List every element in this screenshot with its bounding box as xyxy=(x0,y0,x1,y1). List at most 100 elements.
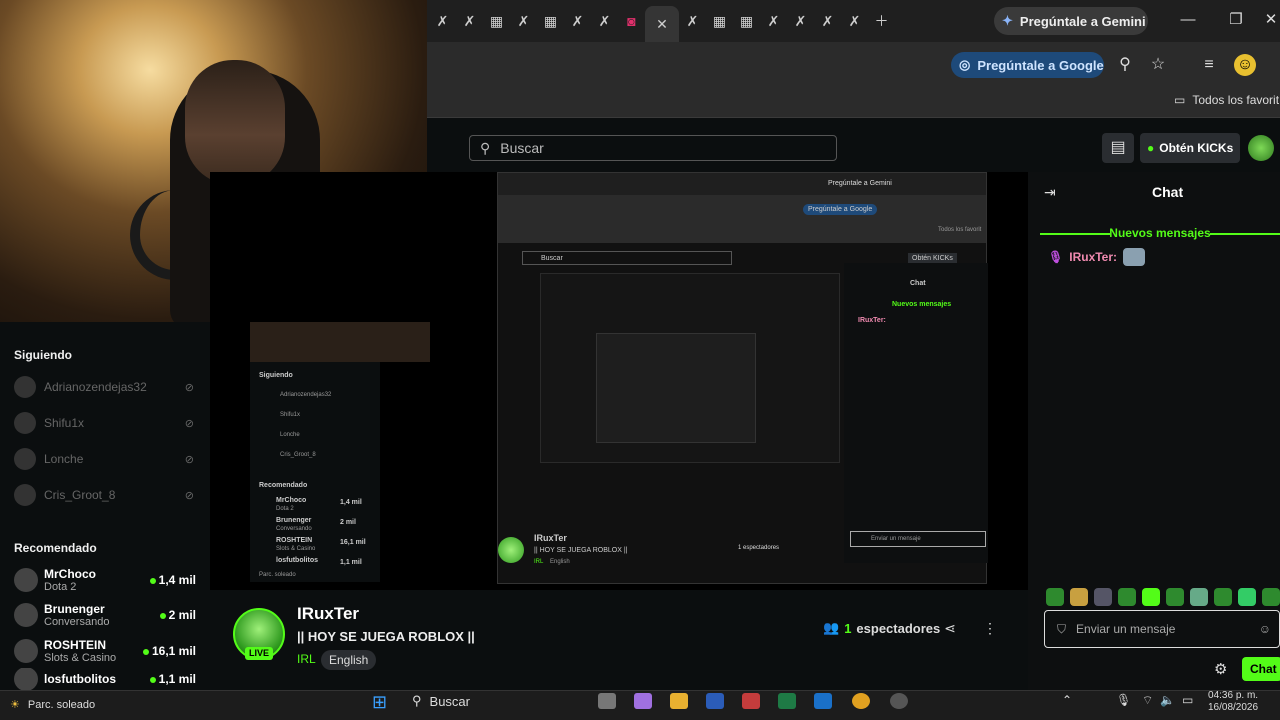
recommended-item[interactable]: MrChoco Dota 2 1,4 mil xyxy=(14,563,196,597)
excel-icon[interactable] xyxy=(778,693,796,709)
chrome-icon[interactable] xyxy=(852,693,870,709)
emote-icon[interactable] xyxy=(1142,588,1160,606)
emote-icon[interactable] xyxy=(1238,588,1256,606)
tab-grid-icon[interactable]: ▦ xyxy=(706,6,733,36)
powerpoint-icon[interactable] xyxy=(742,693,760,709)
search-placeholder: Buscar xyxy=(500,140,544,156)
outlook-icon[interactable] xyxy=(814,693,832,709)
language-tag[interactable]: English xyxy=(321,650,377,670)
chat-input[interactable]: ⛉ Enviar un mensaje ☺ xyxy=(1044,610,1280,648)
folder-icon: ▭ xyxy=(1174,93,1186,107)
tab-close-icon[interactable]: ✕ xyxy=(645,6,679,42)
tab-favicon-icon[interactable]: ✗ xyxy=(456,6,483,36)
chat-username[interactable]: IRuxTer: xyxy=(1069,250,1117,264)
word-icon[interactable] xyxy=(706,693,724,709)
tab-favicon-icon[interactable]: ✗ xyxy=(787,6,814,36)
channel-name: ROSHTEIN xyxy=(44,637,107,652)
stream-category[interactable]: IRL xyxy=(297,652,316,666)
video-player[interactable]: Siguiendo Adrianozendejas32 Shifu1x Lonc… xyxy=(210,172,1028,590)
recommended-item[interactable]: Brunenger Conversando 2 mil xyxy=(14,598,196,632)
following-title: Siguiendo xyxy=(14,348,72,362)
get-kicks-button[interactable]: ● Obtén KICKs xyxy=(1140,133,1240,163)
chat-send-button[interactable]: Chat xyxy=(1242,657,1280,681)
tab-favicon-icon[interactable]: ✗ xyxy=(591,6,618,36)
offline-icon: ⊘ xyxy=(184,417,194,430)
more-options-icon[interactable]: ⋮ xyxy=(980,620,1000,638)
emote-icon[interactable] xyxy=(1214,588,1232,606)
channel-name: Brunenger xyxy=(44,601,105,616)
copilot-icon[interactable] xyxy=(634,693,652,709)
wifi-icon[interactable]: ⌔ xyxy=(1142,693,1153,708)
channel-name[interactable]: IRuxTer xyxy=(297,604,359,624)
media-controls-icon[interactable]: ≡ xyxy=(1198,54,1220,76)
emoji-icon[interactable]: ☺ xyxy=(1259,622,1271,636)
channel-name: Cris_Groot_8 xyxy=(44,488,116,502)
tab-favicon-icon[interactable]: ✗ xyxy=(679,6,706,36)
volume-icon[interactable]: 🔈 xyxy=(1160,693,1175,707)
mic-icon[interactable]: 🎙 xyxy=(1116,693,1131,707)
following-item[interactable]: Adrianozendejas32 ⊘ xyxy=(14,375,194,399)
avatar xyxy=(14,412,36,434)
chat-title: Chat xyxy=(1152,184,1184,200)
following-item[interactable]: Lonche ⊘ xyxy=(14,447,194,471)
taskbar-search[interactable]: ⚲ Buscar xyxy=(402,690,582,712)
windows-start-icon[interactable]: ⊞ xyxy=(372,692,392,712)
bookmark-star-icon[interactable]: ☆ xyxy=(1147,54,1169,76)
emote-icon[interactable] xyxy=(1118,588,1136,606)
share-icon[interactable]: ⋖ xyxy=(940,620,960,638)
emote-icon[interactable] xyxy=(1070,588,1088,606)
nested-sidebar: Siguiendo Adrianozendejas32 Shifu1x Lonc… xyxy=(250,362,380,582)
mic-badge-icon: 🎙 xyxy=(1048,250,1064,264)
tab-favicon-icon[interactable]: ✗ xyxy=(510,6,537,36)
tab-favicon-icon[interactable]: ✗ xyxy=(429,6,456,36)
gemini-button[interactable]: ✦ Pregúntale a Gemini xyxy=(994,7,1148,35)
emote-icon[interactable] xyxy=(1094,588,1112,606)
tab-grid-icon[interactable]: ▦ xyxy=(483,6,510,36)
ask-google-button[interactable]: ◎ Pregúntale a Google xyxy=(951,52,1104,78)
viewer-count: 16,1 mil xyxy=(142,644,196,658)
clock[interactable]: 04:36 p. m. 16/08/2026 xyxy=(1208,690,1258,714)
task-view-icon[interactable] xyxy=(598,693,616,709)
user-avatar[interactable] xyxy=(1248,135,1274,161)
avatar xyxy=(14,603,38,627)
viewer-count: 👥 1 espectadores xyxy=(823,620,941,636)
tray-chevron-icon[interactable]: ⌃ xyxy=(1062,693,1072,707)
shield-icon: ⛉ xyxy=(1057,621,1067,636)
following-item[interactable]: Cris_Groot_8 ⊘ xyxy=(14,483,194,507)
tab-favicon-icon[interactable]: ✗ xyxy=(760,6,787,36)
weather-widget[interactable]: ☀ Parc. soleado xyxy=(10,698,95,712)
chat-message: 🎙 IRuxTer: xyxy=(1048,248,1146,266)
close-window-icon[interactable]: ✕ xyxy=(1262,8,1280,32)
following-item[interactable]: Shifu1x ⊘ xyxy=(14,411,194,435)
all-bookmarks-folder[interactable]: ▭ Todos los favorit xyxy=(1174,93,1279,107)
recommended-item[interactable]: losfutbolitos 1,1 mil xyxy=(14,668,196,690)
recommended-item[interactable]: ROSHTEIN Slots & Casino 16,1 mil xyxy=(14,634,196,668)
browser-tab-bar: ✗ ✗ ▦ ✗ ▦ ✗ ✗ ◙ ✕ ✗ ▦ ▦ ✗ ✗ ✗ ✗ ＋ xyxy=(427,0,1280,42)
live-badge: LIVE xyxy=(245,647,273,660)
battery-icon[interactable]: ▭ xyxy=(1182,693,1193,707)
tab-grid-icon[interactable]: ▦ xyxy=(733,6,760,36)
app-icon[interactable] xyxy=(890,693,908,709)
channel-name: losfutbolitos xyxy=(44,672,116,686)
tab-favicon-icon[interactable]: ✗ xyxy=(814,6,841,36)
chat-settings-gear-icon[interactable]: ⚙ xyxy=(1214,660,1227,678)
collapse-chat-icon[interactable]: ⇥ xyxy=(1044,184,1056,201)
get-kicks-label: Obtén KICKs xyxy=(1159,141,1234,155)
profile-avatar-icon[interactable]: ☺ xyxy=(1234,54,1256,76)
zoom-search-icon[interactable]: ⚲ xyxy=(1114,54,1136,76)
tab-instagram-icon[interactable]: ◙ xyxy=(618,6,645,36)
search-input[interactable]: ⚲ Buscar xyxy=(469,135,837,161)
restore-icon[interactable]: ❐ xyxy=(1224,8,1248,32)
emote-icon[interactable] xyxy=(1262,588,1280,606)
tab-favicon-icon[interactable]: ✗ xyxy=(564,6,591,36)
emote-icon[interactable] xyxy=(1046,588,1064,606)
minimize-icon[interactable]: — xyxy=(1176,8,1200,32)
file-explorer-icon[interactable] xyxy=(670,693,688,709)
tab-grid-icon[interactable]: ▦ xyxy=(537,6,564,36)
avatar xyxy=(14,639,38,663)
tab-favicon-icon[interactable]: ✗ xyxy=(841,6,868,36)
new-tab-plus-icon[interactable]: ＋ xyxy=(868,6,895,36)
layout-icon[interactable]: ▤ xyxy=(1102,133,1134,163)
emote-icon[interactable] xyxy=(1190,588,1208,606)
emote-icon[interactable] xyxy=(1166,588,1184,606)
